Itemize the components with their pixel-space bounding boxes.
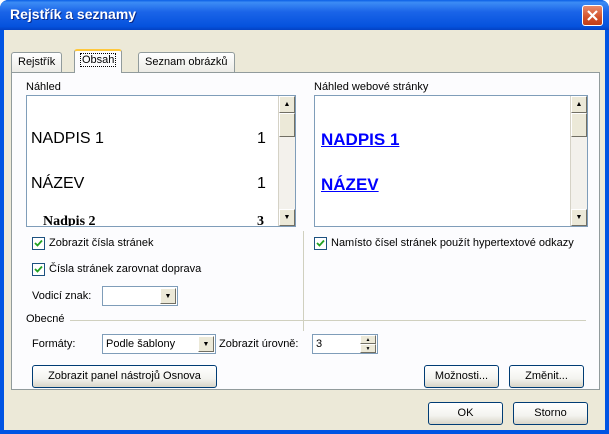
- toc-entry-page: 3: [257, 214, 264, 226]
- formats-label: Formáty:: [32, 338, 76, 350]
- right-align-label[interactable]: Čísla stránek zarovnat doprava: [49, 263, 201, 275]
- tab-obsah[interactable]: Obsah: [74, 49, 123, 73]
- web-preview-label: Náhled webové stránky: [314, 81, 429, 93]
- close-icon: [587, 10, 598, 21]
- scroll-thumb[interactable]: [571, 113, 587, 137]
- show-page-numbers-checkbox[interactable]: [32, 237, 45, 250]
- general-section-divider: [70, 320, 586, 321]
- leader-select[interactable]: ▼: [102, 286, 178, 306]
- options-button[interactable]: Možnosti...: [424, 365, 499, 388]
- check-icon: [34, 265, 43, 273]
- toc-entry-page: 1: [257, 175, 266, 192]
- arrow-up-icon[interactable]: ▲: [360, 335, 376, 344]
- toc-entry-page: 1: [257, 130, 266, 147]
- column-separator: [303, 231, 304, 331]
- hyperlinks-checkbox[interactable]: [314, 237, 327, 250]
- arrow-up-icon[interactable]: ▲: [279, 96, 295, 113]
- modify-button[interactable]: Změnit...: [509, 365, 584, 388]
- toc-entry-text: Nadpis 2: [43, 214, 96, 226]
- general-section-label: Obecné: [26, 313, 65, 325]
- arrow-down-icon[interactable]: ▼: [360, 344, 376, 353]
- scroll-thumb[interactable]: [279, 113, 295, 137]
- levels-label: Zobrazit úrovně:: [219, 338, 299, 350]
- ok-button[interactable]: OK: [428, 402, 503, 425]
- levels-value: 3: [316, 338, 323, 350]
- chevron-down-icon[interactable]: ▼: [198, 336, 214, 352]
- arrow-down-icon[interactable]: ▼: [571, 209, 587, 226]
- toc-entry-text: NADPIS 1: [31, 130, 104, 147]
- web-link-entry: NÁZEV: [321, 175, 379, 194]
- cancel-button[interactable]: Storno: [513, 402, 588, 425]
- right-align-checkbox[interactable]: [32, 263, 45, 276]
- tab-panel-obsah: Náhled NADPIS 1 1 NÁZEV 1 Nadpis 2 3 ▲ ▼…: [11, 72, 600, 390]
- dialog-window: Rejstřík a seznamy Rejstřík Obsah Seznam…: [0, 0, 609, 434]
- title-bar[interactable]: Rejstřík a seznamy: [0, 0, 609, 30]
- print-preview-box: NADPIS 1 1 NÁZEV 1 Nadpis 2 3 ▲ ▼: [26, 95, 296, 227]
- formats-select[interactable]: Podle šablony ▼: [102, 334, 216, 354]
- tab-label: Seznam obrázků: [145, 56, 228, 68]
- check-icon: [34, 239, 43, 247]
- formats-select-value: Podle šablony: [106, 338, 176, 350]
- arrow-down-icon[interactable]: ▼: [279, 209, 295, 226]
- close-button[interactable]: [582, 5, 603, 26]
- leader-label: Vodicí znak:: [32, 290, 92, 302]
- tab-label: Rejstřík: [18, 56, 56, 68]
- arrow-up-icon[interactable]: ▲: [571, 96, 587, 113]
- print-preview-label: Náhled: [26, 81, 61, 93]
- toc-entry-text: NÁZEV: [31, 175, 85, 192]
- web-preview-scrollbar[interactable]: ▲ ▼: [570, 96, 587, 226]
- levels-spinner[interactable]: 3 ▲ ▼: [312, 334, 378, 354]
- web-preview-box: NADPIS 1 NÁZEV ▲ ▼: [314, 95, 588, 227]
- chevron-down-icon[interactable]: ▼: [160, 288, 176, 304]
- tab-seznam-obrazku[interactable]: Seznam obrázků: [138, 52, 235, 72]
- tab-rejstrik[interactable]: Rejstřík: [11, 52, 63, 72]
- show-page-numbers-label[interactable]: Zobrazit čísla stránek: [49, 237, 154, 249]
- print-preview-scrollbar[interactable]: ▲ ▼: [278, 96, 295, 226]
- window-title: Rejstřík a seznamy: [10, 6, 137, 22]
- check-icon: [316, 239, 325, 247]
- outline-toolbar-button[interactable]: Zobrazit panel nástrojů Osnova: [32, 365, 217, 388]
- hyperlinks-label[interactable]: Namísto čísel stránek použít hypertextov…: [331, 237, 574, 249]
- web-link-entry: NADPIS 1: [321, 130, 400, 149]
- dialog-body: Rejstřík Obsah Seznam obrázků Náhled NAD…: [4, 30, 605, 430]
- tab-label: Obsah: [79, 53, 117, 67]
